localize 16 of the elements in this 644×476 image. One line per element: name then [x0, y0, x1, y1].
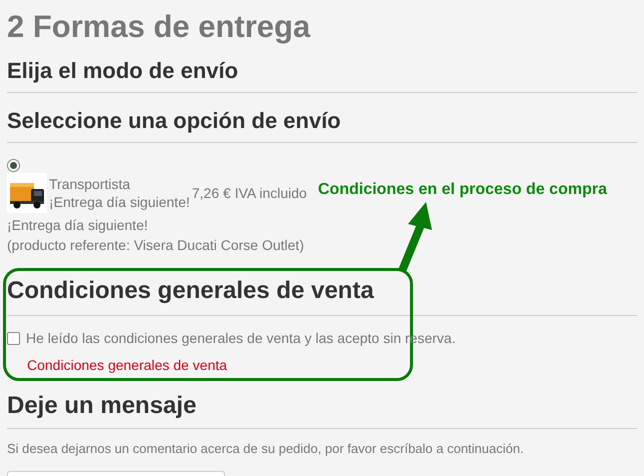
message-hint: Si desea dejarnos un comentario acerca de su pedido, por favor escríbalo a continuación. [7, 440, 524, 458]
section-heading: Seleccione una opción de envío [7, 108, 341, 134]
product-reference: (producto referente: Visera Ducati Corse Outlet) [7, 236, 304, 255]
carrier-name: Transportista [49, 175, 130, 193]
delivery-note: ¡Entrega día siguiente! [7, 216, 148, 235]
section-heading: Deje un mensaje [7, 392, 196, 420]
section-heading: Elija el modo de envío [7, 58, 238, 84]
page-title: 2 Formas de entrega [7, 10, 310, 44]
carrier-price: 7,26 € IVA incluido [192, 184, 307, 202]
annotation-label: Condiciones en el proceso de compra [318, 180, 607, 200]
carrier-delay: ¡Entrega día siguiente! [49, 193, 190, 211]
radio-button[interactable] [7, 159, 20, 172]
terms-link[interactable]: Condiciones generales de venta [27, 355, 228, 376]
section-heading: Condiciones generales de venta [7, 277, 374, 305]
checkbox[interactable] [7, 332, 20, 345]
truck-icon [7, 173, 47, 213]
